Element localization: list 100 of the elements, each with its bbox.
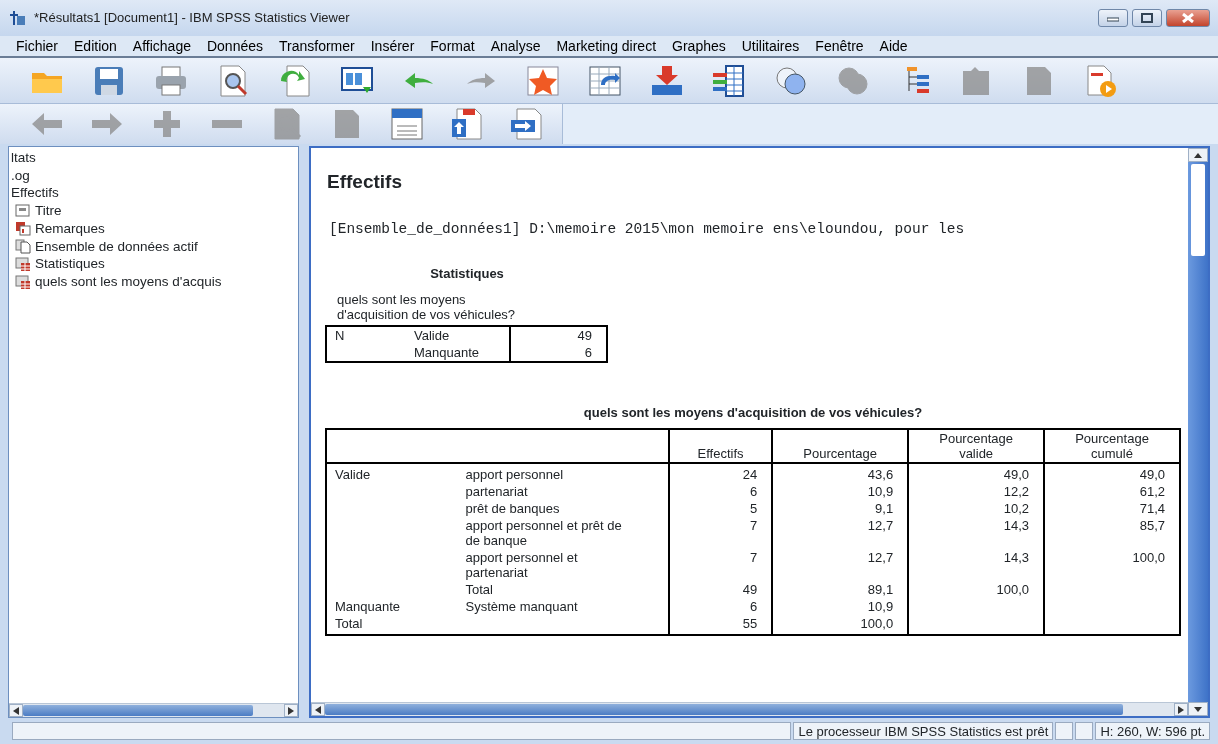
menu-item[interactable]: Insérer — [364, 35, 421, 57]
table-cell: 7 — [668, 549, 773, 582]
table-cell: 12,2 — [908, 483, 1045, 501]
outline-item[interactable]: Ensemble de données actif — [35, 237, 198, 256]
menu-item[interactable]: Analyse — [484, 35, 547, 57]
table-cell: prêt de banques — [457, 500, 669, 518]
table-cell: 5 — [668, 500, 773, 518]
window-title: *Résultats1 [Document1] - IBM SPSS Statistics Viewer — [34, 9, 351, 28]
output-heading: Effectifs — [327, 170, 403, 194]
column-header: Effectifs — [668, 429, 773, 464]
outline-item[interactable]: Titre — [35, 202, 62, 220]
menu-item[interactable]: Données — [200, 35, 269, 57]
menu-item[interactable]: Edition — [68, 35, 123, 57]
scroll-thumb[interactable] — [325, 704, 1124, 715]
table-item-icon — [15, 273, 31, 290]
scroll-left-button[interactable] — [9, 704, 23, 717]
table-cell: apport personnel — [457, 463, 669, 484]
scroll-right-button[interactable] — [284, 704, 298, 717]
table-cell: 85,7 — [1044, 517, 1180, 550]
table-cell: 6 — [668, 483, 773, 501]
table-item-icon — [15, 256, 31, 273]
table-cell: 49,0 — [908, 463, 1045, 484]
vertical-scrollbar[interactable] — [1188, 148, 1208, 716]
table-cell: 100,0 — [908, 581, 1045, 599]
table-cell: Total — [326, 615, 458, 636]
table-cell: 10,9 — [772, 483, 909, 501]
scroll-right-button[interactable] — [1174, 703, 1188, 716]
scroll-down-button[interactable] — [1188, 702, 1208, 716]
table-cell: 71,4 — [1044, 500, 1180, 518]
left-triangle-icon — [315, 705, 321, 714]
outline-item[interactable]: quels sont les moyens d'acquis — [35, 272, 222, 291]
document-item-icon — [15, 238, 31, 255]
status-panel — [1075, 722, 1094, 740]
table-cell: 61,2 — [1044, 483, 1180, 501]
upload-page-icon — [449, 106, 485, 142]
scroll-thumb[interactable] — [23, 705, 253, 716]
minus-icon — [209, 119, 245, 129]
menu-item[interactable]: Fenêtre — [809, 35, 870, 57]
table-title: quels sont les moyens d'acquisition de vos véhicules? — [582, 403, 924, 422]
table-cell: Système manquant — [457, 598, 669, 616]
title-item-icon — [15, 202, 31, 219]
table-cell: Valide — [326, 463, 458, 484]
outline-item[interactable]: Effectifs — [11, 184, 59, 203]
app-icon — [8, 10, 26, 26]
menu-item[interactable]: Aide — [873, 35, 914, 57]
table-cell: 6 — [510, 343, 607, 362]
menu-item[interactable]: Utilitaires — [735, 35, 806, 57]
table-cell: 12,7 — [772, 549, 909, 582]
table-cell: 7 — [668, 517, 773, 550]
table-cell: 6 — [668, 598, 773, 616]
notes-item-icon — [15, 220, 31, 237]
column-header: Pourcentage cumulé — [1044, 429, 1180, 464]
outline-item[interactable]: .og — [11, 166, 30, 185]
horizontal-scrollbar[interactable] — [9, 703, 298, 717]
table-caption: quels sont les moyens d'acquisition de vos véhicules? — [337, 291, 517, 322]
horizontal-scrollbar[interactable] — [311, 702, 1188, 716]
export-page-icon — [509, 106, 545, 142]
menu-item[interactable]: Graphes — [666, 35, 732, 57]
page-size-status: H: 260, W: 596 pt. — [1095, 722, 1210, 740]
outline-item[interactable]: Remarques — [35, 219, 105, 238]
table-cell: 9,1 — [772, 500, 909, 518]
down-triangle-icon — [1194, 706, 1202, 712]
maximize-button[interactable] — [1132, 9, 1162, 27]
table-cell: 49,0 — [1044, 463, 1180, 484]
table-cell: 49 — [510, 325, 607, 344]
menu-item[interactable]: Fichier — [10, 35, 64, 57]
table-cell: 55 — [668, 615, 773, 636]
scroll-thumb[interactable] — [1191, 164, 1205, 256]
table-cell: apport personnel et partenariat — [457, 549, 669, 582]
table-cell: 14,3 — [908, 517, 1045, 550]
heading-page-icon — [389, 106, 425, 142]
menu-item[interactable]: Format — [424, 35, 481, 57]
right-triangle-icon — [288, 706, 294, 715]
outline-item[interactable]: ltats — [11, 149, 36, 167]
menu-item[interactable]: Marketing direct — [550, 35, 663, 57]
table-cell: 49 — [668, 581, 773, 599]
scroll-left-button[interactable] — [311, 703, 325, 716]
menu-item[interactable]: Transformer — [273, 35, 361, 57]
outline-item[interactable]: Statistiques — [35, 255, 105, 273]
table-cell: 24 — [668, 463, 773, 484]
table-cell: 100,0 — [1044, 549, 1180, 582]
table-cell: 89,1 — [772, 581, 909, 599]
table-cell: 43,6 — [772, 463, 909, 484]
table-title: Statistiques — [429, 265, 505, 284]
close-button[interactable] — [1166, 9, 1210, 27]
column-header: Pourcentage — [772, 429, 909, 464]
menu-item[interactable]: Affichage — [126, 35, 197, 57]
right-triangle-icon — [1178, 705, 1184, 714]
status-panel — [1055, 722, 1074, 740]
table-cell: N — [326, 325, 406, 344]
table-cell: Total — [457, 581, 669, 599]
maximize-icon — [1141, 13, 1153, 23]
variable-list-icon — [711, 62, 747, 99]
dataset-path: [Ensemble_de_données1] D:\memoire 2015\mon memoire ens\eloundou, pour les — [329, 219, 966, 239]
close-icon — [1182, 13, 1194, 23]
table-cell: partenariat — [457, 483, 669, 501]
table-cell: Manquante — [326, 598, 458, 616]
table-cell: 10,2 — [908, 500, 1045, 518]
status-message: Le processeur IBM SPSS Statistics est prêt — [793, 722, 1054, 740]
scroll-up-button[interactable] — [1188, 148, 1208, 162]
